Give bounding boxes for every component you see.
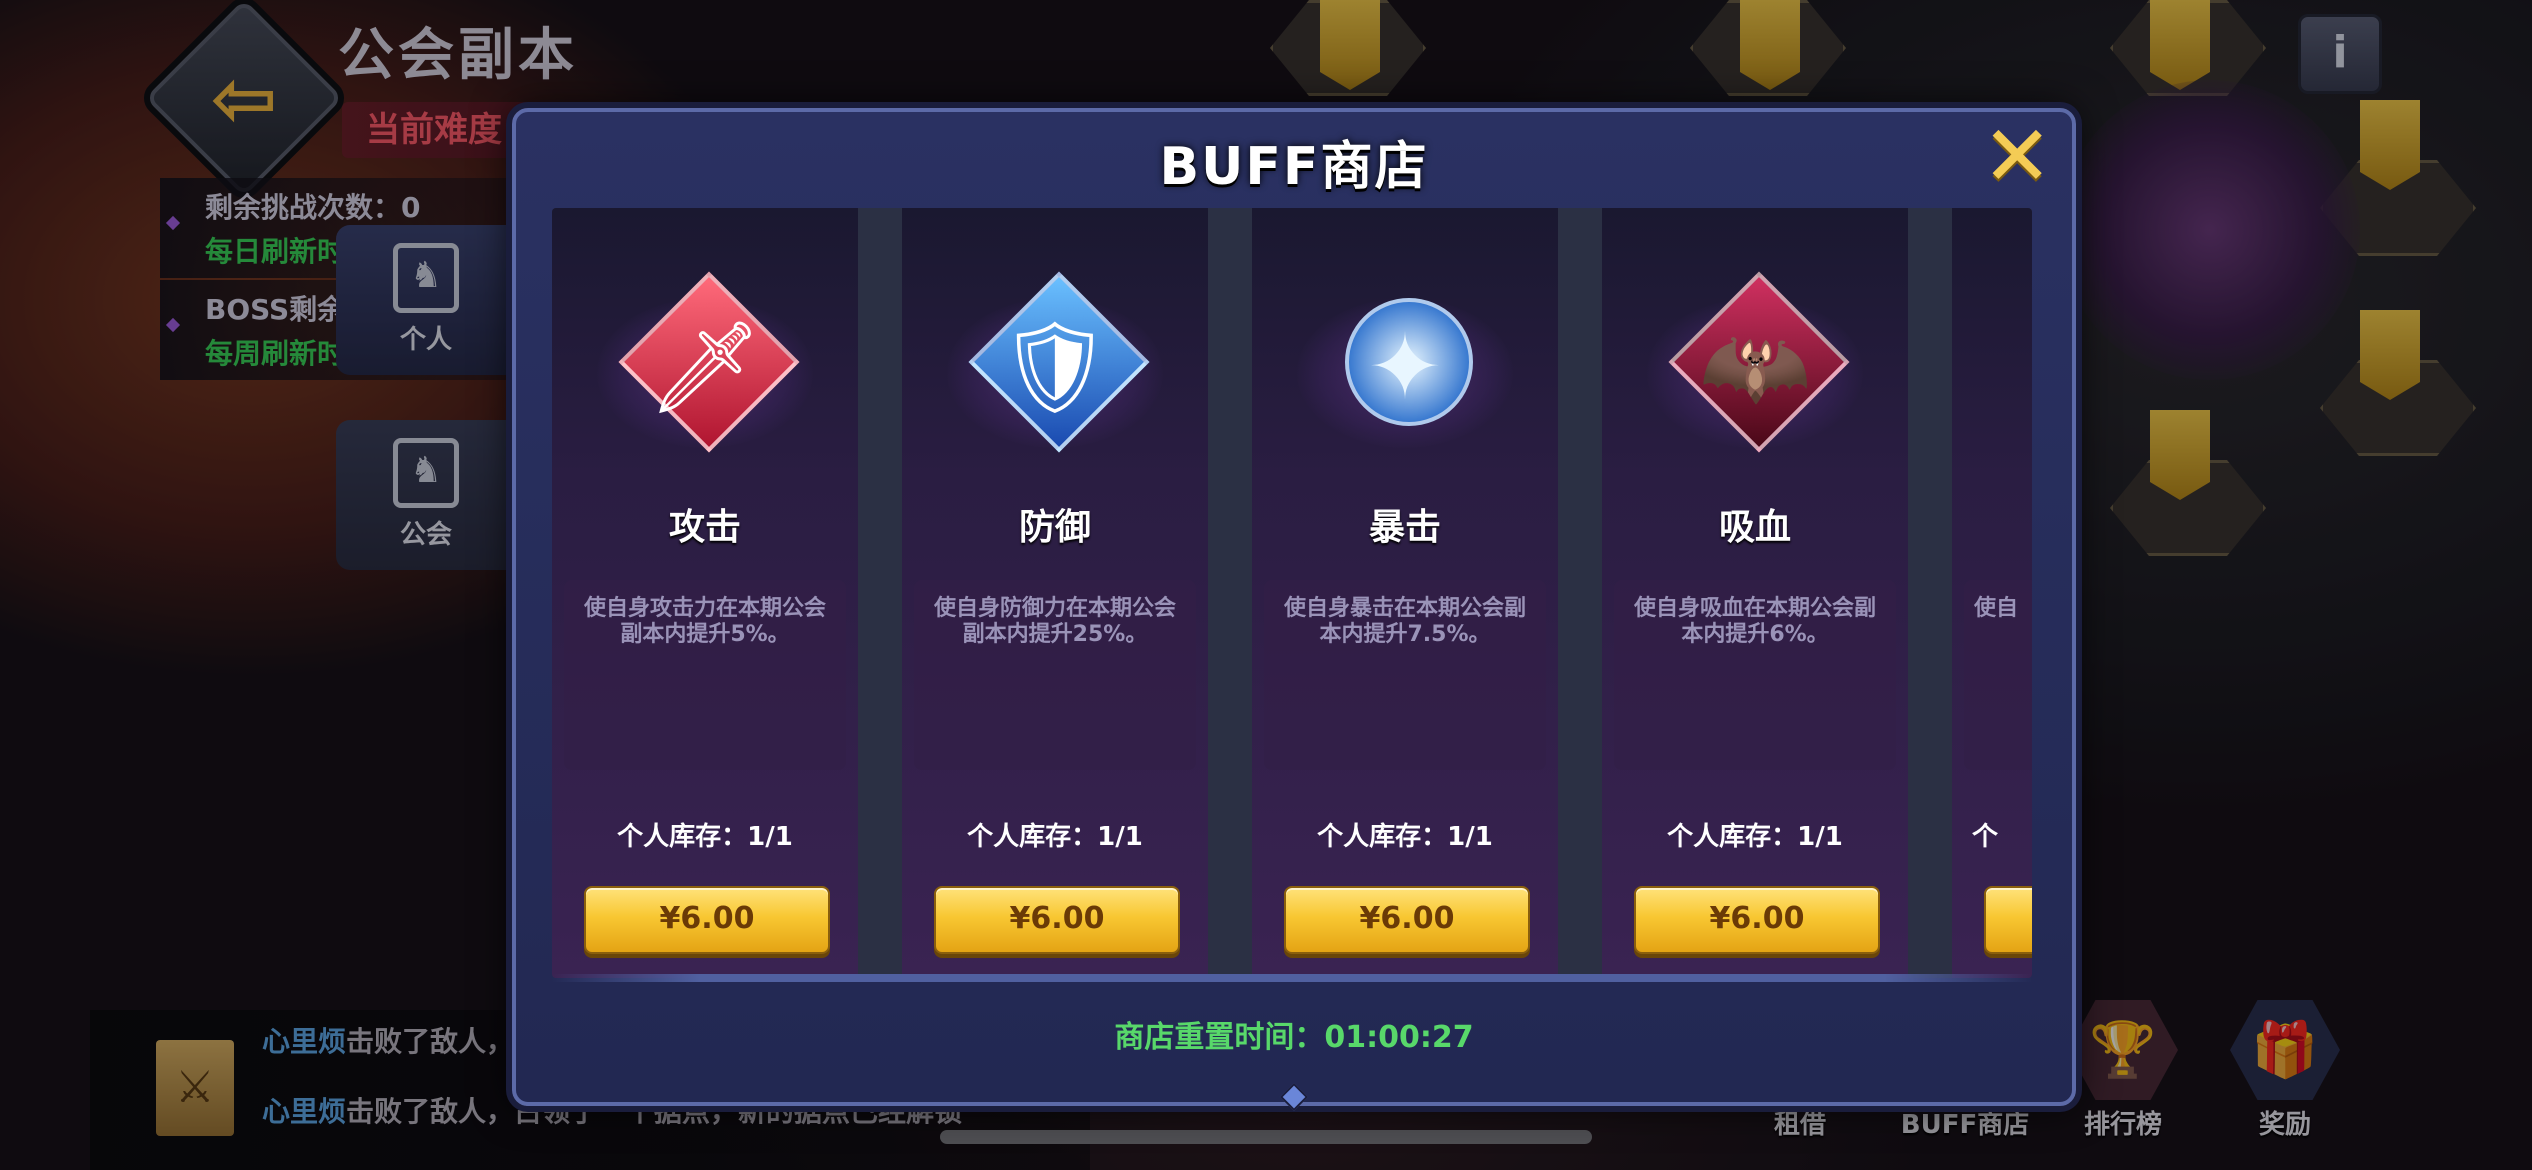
buff-card-attack: 🗡 攻击 使自身攻击力在本期公会副本内提升5%。 个人库存：1/1 ¥6.00	[552, 208, 858, 978]
card-description: 使自身暴击在本期公会副本内提升7.5%。	[1283, 596, 1526, 647]
buff-card-critical: ✦ 暴击 使自身暴击在本期公会副本内提升7.5%。 个人库存：1/1 ¥6.00	[1252, 208, 1558, 978]
buy-button[interactable]	[1984, 886, 2032, 954]
emblem-glyph: ✦	[1367, 315, 1443, 420]
buy-button[interactable]: ¥6.00	[934, 886, 1180, 954]
card-stock: 个	[1972, 822, 1999, 852]
card-description-box: 使自	[1964, 580, 2032, 770]
buff-card-list[interactable]: 🗡 攻击 使自身攻击力在本期公会副本内提升5%。 个人库存：1/1 ¥6.00 …	[552, 208, 2032, 978]
card-list-rim	[552, 974, 2032, 982]
emblem-glyph: 🛡	[997, 315, 1113, 420]
card-stock: 个人库存：1/1	[617, 822, 793, 852]
buff-card-defense: 🛡 防御 使自身防御力在本期公会副本内提升25%。 个人库存：1/1 ¥6.00	[902, 208, 1208, 978]
card-stock: 个人库存：1/1	[1667, 822, 1843, 852]
card-description-box: 使自身攻击力在本期公会副本内提升5%。	[564, 580, 846, 770]
buff-shop-modal: BUFF商店 ✕ 🗡 攻击 使自身攻击力在本期公会副本内提升5%。 个人库存：1…	[512, 108, 2076, 1112]
card-description: 使自身防御力在本期公会副本内提升25%。	[933, 596, 1176, 647]
buy-button[interactable]: ¥6.00	[584, 886, 830, 954]
card-name: 防御	[1018, 507, 1091, 548]
critical-blade-icon: ✦	[1297, 271, 1513, 468]
close-icon[interactable]: ✕	[1982, 114, 2052, 198]
card-description-box: 使自身防御力在本期公会副本内提升25%。	[914, 580, 1196, 770]
card-description-box: 使自身吸血在本期公会副本内提升6%。	[1614, 580, 1896, 770]
buff-card-lifesteal: 🦇 吸血 使自身吸血在本期公会副本内提升6%。 个人库存：1/1 ¥6.00	[1602, 208, 1908, 978]
defense-shield-icon: 🛡	[947, 271, 1163, 468]
modal-title: BUFF商店	[1159, 137, 1429, 197]
card-description: 使自	[1974, 596, 2019, 621]
card-description-box: 使自身暴击在本期公会副本内提升7.5%。	[1264, 580, 1546, 770]
card-description: 使自身吸血在本期公会副本内提升6%。	[1633, 596, 1876, 647]
attack-sword-icon: 🗡	[597, 271, 813, 468]
card-stock: 个人库存：1/1	[967, 822, 1143, 852]
buy-button[interactable]: ¥6.00	[1284, 886, 1530, 954]
emblem-glyph: 🦇	[1698, 315, 1812, 420]
emblem-glyph: 🗡	[647, 315, 763, 420]
buff-card-partial: 使自 个	[1952, 208, 2032, 978]
buy-button[interactable]: ¥6.00	[1634, 886, 1880, 954]
card-name: 攻击	[668, 507, 741, 548]
card-name: 暴击	[1368, 507, 1441, 548]
card-stock: 个人库存：1/1	[1317, 822, 1493, 852]
card-description: 使自身攻击力在本期公会副本内提升5%。	[583, 596, 826, 647]
lifesteal-bat-icon: 🦇	[1647, 271, 1863, 468]
card-name: 吸血	[1718, 507, 1791, 548]
shop-reset-timer: 商店重置时间：01:00:27	[1114, 1020, 1474, 1055]
